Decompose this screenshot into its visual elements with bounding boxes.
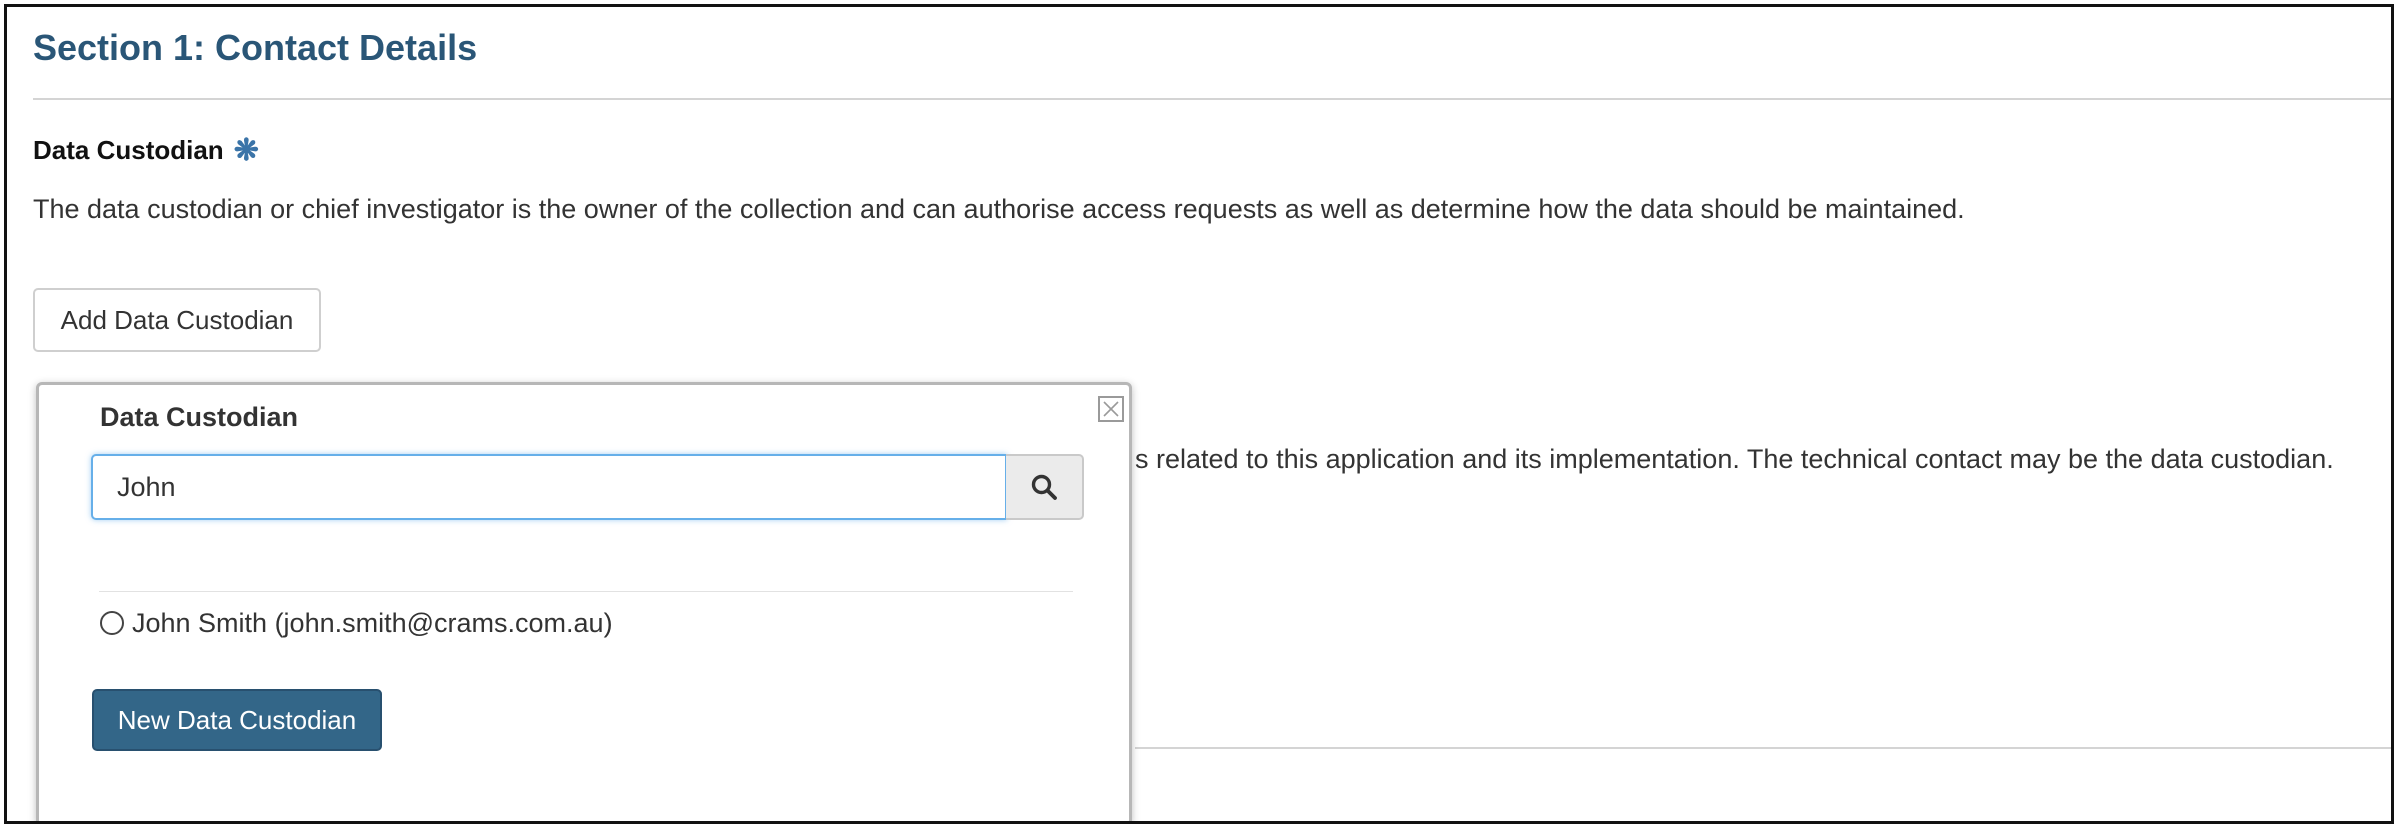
result-item[interactable]: John Smith (john.smith@crams.com.au) <box>100 603 613 643</box>
result-radio[interactable] <box>100 611 124 635</box>
popup-title: Data Custodian <box>100 402 299 432</box>
search-input[interactable] <box>91 454 1007 520</box>
search-button[interactable] <box>1006 454 1084 520</box>
data-custodian-description: The data custodian or chief investigator… <box>33 194 1965 224</box>
search-icon <box>1031 474 1057 500</box>
technical-contact-description: s related to this application and its im… <box>1135 444 2334 474</box>
result-label: John Smith (john.smith@crams.com.au) <box>132 607 613 638</box>
form-page: Section 1: Contact Details Data Custodia… <box>4 4 2394 824</box>
section-divider-bottom <box>1135 747 2391 749</box>
data-custodian-popup: Data Custodian John Smith (john.smith@cr… <box>36 382 1132 821</box>
add-data-custodian-button[interactable]: Add Data Custodian <box>33 288 321 352</box>
close-icon[interactable] <box>1098 396 1124 422</box>
data-custodian-heading: Data Custodian ❋ <box>33 135 259 166</box>
new-data-custodian-button[interactable]: New Data Custodian <box>92 689 382 751</box>
results-divider <box>99 591 1073 592</box>
data-custodian-label: Data Custodian <box>33 135 224 165</box>
section-divider <box>33 98 2391 100</box>
asterisk-icon: ❋ <box>233 133 259 167</box>
section-title: Section 1: Contact Details <box>33 27 478 68</box>
